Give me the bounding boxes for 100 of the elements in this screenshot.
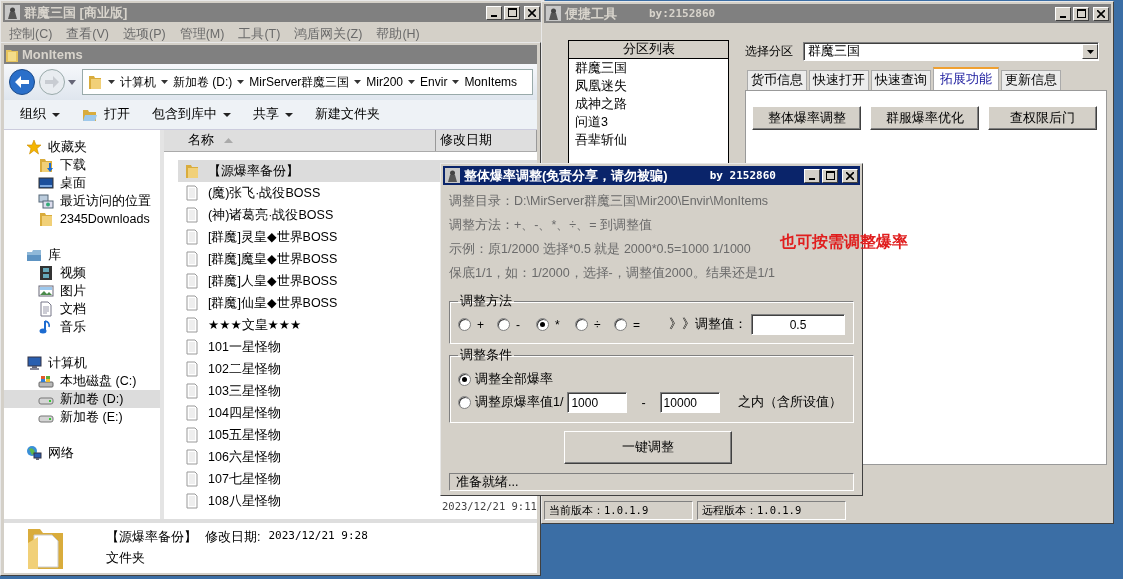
toolbar-button[interactable]: 组织 xyxy=(18,104,62,125)
toolbar-button[interactable]: 共享 xyxy=(251,104,295,125)
radio-button[interactable] xyxy=(575,318,588,331)
nav-item[interactable]: 2345Downloads xyxy=(4,210,160,228)
tab[interactable]: 货币信息 xyxy=(747,70,807,90)
radio-button[interactable] xyxy=(458,373,471,386)
file-item[interactable]: 106六星怪物 xyxy=(178,446,436,468)
list-item[interactable]: 吾辈斩仙 xyxy=(569,131,728,149)
file-item[interactable]: 103三星怪物 xyxy=(178,380,436,402)
maximize-button[interactable] xyxy=(1073,6,1089,21)
toolbar-button[interactable]: 新建文件夹 xyxy=(313,104,382,125)
nav-item[interactable]: 库 xyxy=(4,246,160,264)
file-item[interactable]: 108八星怪物 xyxy=(178,490,436,512)
toolbar-button[interactable]: 打开 xyxy=(80,104,132,125)
file-item[interactable]: (魔)张飞·战役BOSS xyxy=(178,182,436,204)
file-item[interactable]: [群魔]灵皇◆世界BOSS xyxy=(178,226,436,248)
action-button[interactable]: 整体爆率调整 xyxy=(752,106,861,130)
file-item[interactable]: [群魔]仙皇◆世界BOSS xyxy=(178,292,436,314)
close-button[interactable] xyxy=(1093,6,1109,21)
adjust-button[interactable]: 一键调整 xyxy=(563,431,732,464)
caret-icon[interactable] xyxy=(408,80,416,84)
radio-button[interactable] xyxy=(458,396,471,409)
list-item[interactable]: 成神之路 xyxy=(569,95,728,113)
tab[interactable]: 拓展功能 xyxy=(933,67,999,90)
menu-item[interactable]: 查看(V) xyxy=(66,26,110,43)
nav-item[interactable]: 图片 xyxy=(4,282,160,300)
file-item[interactable]: [群魔]魔皇◆世界BOSS xyxy=(178,248,436,270)
breadcrumb-item[interactable]: 新加卷 (D:) xyxy=(173,73,233,91)
file-item[interactable]: 105五星怪物 xyxy=(178,424,436,446)
action-button[interactable]: 查权限后门 xyxy=(988,106,1097,130)
column-header[interactable]: 名称 xyxy=(164,130,436,151)
menu-item[interactable]: 工具(T) xyxy=(238,26,281,43)
folder-item[interactable]: 【源爆率备份】 xyxy=(178,160,436,182)
caret-icon[interactable] xyxy=(108,80,115,84)
film-icon xyxy=(38,265,54,281)
column-header[interactable]: 修改日期 xyxy=(436,130,537,151)
breadcrumb-item[interactable]: MonItems xyxy=(464,75,518,89)
nav-item[interactable]: 本地磁盘 (C:) xyxy=(4,372,160,390)
breadcrumb-item[interactable]: Mir200 xyxy=(366,75,404,89)
document-icon xyxy=(38,301,54,317)
menu-item[interactable]: 管理(M) xyxy=(179,26,225,43)
file-item[interactable]: [群魔]人皇◆世界BOSS xyxy=(178,270,436,292)
close-icon xyxy=(528,8,536,17)
back-button[interactable] xyxy=(8,68,36,96)
breadcrumb-item[interactable]: MirServer群魔三国 xyxy=(249,73,350,91)
nav-item[interactable]: 文档 xyxy=(4,300,160,318)
close-button[interactable] xyxy=(842,168,858,183)
nav-item[interactable]: 新加卷 (E:) xyxy=(4,408,160,426)
nav-item[interactable]: 网络 xyxy=(4,444,160,462)
file-item[interactable]: ★★★文皇★★★ xyxy=(178,314,436,336)
input-field[interactable]: 10000 xyxy=(659,392,720,413)
nav-item[interactable]: 收藏夹 xyxy=(4,138,160,156)
file-item[interactable]: 104四星怪物 xyxy=(178,402,436,424)
close-button[interactable] xyxy=(524,5,540,20)
address-bar[interactable]: 计算机 新加卷 (D:) MirServer群魔三国 Mir200 Envir MonItems xyxy=(82,69,533,95)
menu-item[interactable]: 选项(P) xyxy=(123,26,166,43)
radio-button[interactable] xyxy=(614,318,627,331)
folder-icon xyxy=(6,47,18,62)
file-item[interactable]: 101一星怪物 xyxy=(178,336,436,358)
radio-button[interactable] xyxy=(458,318,471,331)
radio-button[interactable] xyxy=(536,318,549,331)
input-field[interactable]: 0.5 xyxy=(751,314,845,335)
nav-item[interactable]: 最近访问的位置 xyxy=(4,192,160,210)
action-button[interactable]: 群服爆率优化 xyxy=(870,106,979,130)
nav-item[interactable]: 视频 xyxy=(4,264,160,282)
maximize-button[interactable] xyxy=(822,168,838,183)
radio-button[interactable] xyxy=(497,318,510,331)
toolbar-button[interactable]: 包含到库中 xyxy=(150,104,233,125)
list-item[interactable]: 凤凰迷失 xyxy=(569,77,728,95)
file-item[interactable]: 102二星怪物 xyxy=(178,358,436,380)
nav-item[interactable]: 下载 xyxy=(4,156,160,174)
breadcrumb-item[interactable]: Envir xyxy=(420,75,448,89)
nav-item[interactable]: 桌面 xyxy=(4,174,160,192)
menu-item[interactable]: 鸿盾网关(Z) xyxy=(294,26,363,43)
caret-icon[interactable] xyxy=(354,80,362,84)
radio-label: - xyxy=(516,317,520,332)
input-field[interactable]: 1000 xyxy=(567,392,628,413)
menu-item[interactable]: 控制(C) xyxy=(9,26,53,43)
author-label: by 2152860 xyxy=(709,169,776,182)
minimize-button[interactable] xyxy=(486,5,502,20)
tab[interactable]: 快速查询 xyxy=(871,70,931,90)
caret-icon[interactable] xyxy=(161,80,168,84)
minimize-button[interactable] xyxy=(804,168,820,183)
minimize-button[interactable] xyxy=(1055,6,1071,21)
caret-icon[interactable] xyxy=(452,80,460,84)
nav-item[interactable]: 新加卷 (D:) xyxy=(4,390,160,408)
file-item[interactable]: (神)诸葛亮·战役BOSS xyxy=(178,204,436,226)
menu-item[interactable]: 帮助(H) xyxy=(376,26,420,43)
caret-icon[interactable] xyxy=(237,80,245,84)
tab[interactable]: 快速打开 xyxy=(809,70,869,90)
partition-dropdown[interactable]: 群魔三国 xyxy=(803,42,1099,61)
nav-item[interactable]: 计算机 xyxy=(4,354,160,372)
nav-item[interactable]: 音乐 xyxy=(4,318,160,336)
maximize-button[interactable] xyxy=(504,5,520,20)
window-title: 群魔三国 [商业版] xyxy=(24,3,128,22)
tab[interactable]: 更新信息 xyxy=(1001,70,1061,90)
file-item[interactable]: 107七星怪物 xyxy=(178,468,436,490)
breadcrumb-item[interactable]: 计算机 xyxy=(120,73,156,91)
list-item[interactable]: 群魔三国 xyxy=(569,59,728,77)
list-item[interactable]: 问道3 xyxy=(569,113,728,131)
